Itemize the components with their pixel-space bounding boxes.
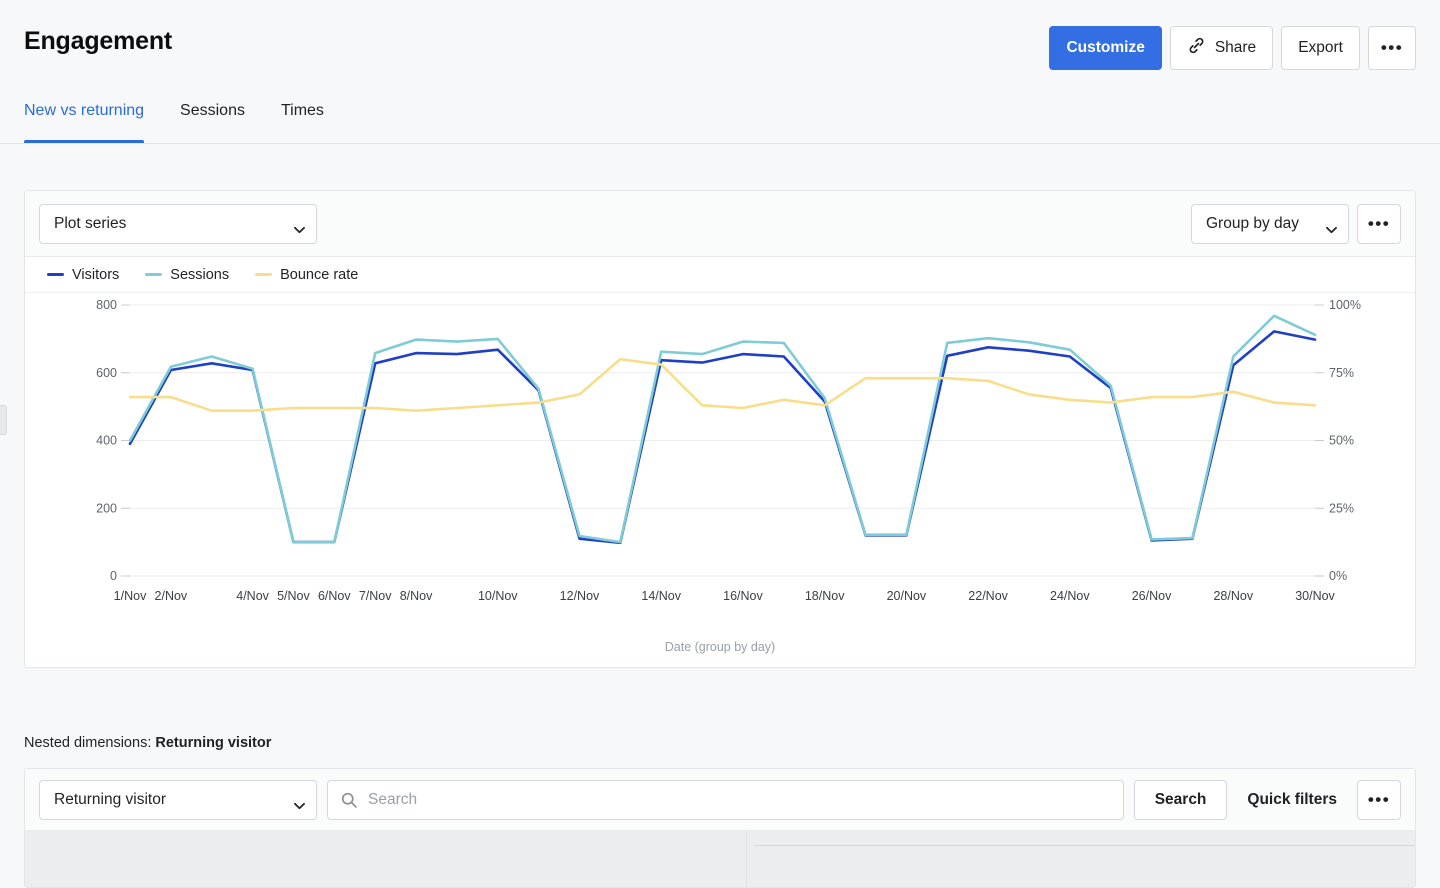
ellipsis-icon: •••: [1367, 213, 1391, 233]
svg-text:25%: 25%: [1329, 501, 1354, 515]
legend-item-bounce-rate[interactable]: Bounce rate: [255, 267, 358, 283]
chart-legend: Visitors Sessions Bounce rate: [25, 257, 1415, 293]
tab-new-vs-returning-label: New vs returning: [24, 102, 145, 119]
nested-dimensions-prefix: Nested dimensions:: [24, 735, 152, 751]
legend-item-visitors[interactable]: Visitors: [47, 267, 119, 283]
chevron-down-icon: [294, 221, 305, 233]
tabs-bar: New vs returning Sessions Times: [0, 96, 1440, 144]
search-field-wrapper: [327, 779, 1124, 820]
svg-text:26/Nov: 26/Nov: [1132, 589, 1172, 603]
legend-label-sessions: Sessions: [170, 266, 230, 283]
dimension-select-value: Returning visitor: [54, 790, 166, 808]
ellipsis-icon: •••: [1380, 38, 1404, 57]
svg-text:22/Nov: 22/Nov: [968, 589, 1008, 603]
export-button[interactable]: Export: [1281, 26, 1360, 70]
chart-toolbar: Plot series Group by day •••: [25, 191, 1415, 257]
more-options-button[interactable]: •••: [1368, 26, 1416, 70]
legend-label-visitors: Visitors: [72, 266, 120, 283]
svg-text:50%: 50%: [1329, 434, 1354, 448]
ellipsis-icon: •••: [1367, 789, 1391, 809]
search-button[interactable]: Search: [1133, 779, 1228, 820]
group-by-select-value: Group by day: [1206, 214, 1300, 232]
svg-text:400: 400: [96, 434, 117, 448]
svg-text:0: 0: [110, 569, 117, 583]
svg-text:2/Nov: 2/Nov: [155, 589, 188, 603]
plot-series-select-value: Plot series: [54, 214, 127, 232]
chevron-down-icon: [1326, 221, 1337, 233]
table-more-options-button[interactable]: •••: [1357, 779, 1401, 820]
chart-card: Plot series Group by day ••• Visitors Se: [24, 190, 1416, 668]
svg-text:600: 600: [96, 366, 117, 380]
svg-text:4/Nov: 4/Nov: [236, 589, 269, 603]
chevron-down-icon: [294, 797, 305, 809]
plot-series-select[interactable]: Plot series: [39, 203, 317, 244]
legend-label-bounce-rate: Bounce rate: [280, 266, 359, 283]
chart-plot-area: 0 200 400 600 800 0% 25% 50% 75% 100% 1/Nov 2/Nov 4/…: [25, 293, 1415, 667]
legend-swatch-visitors: [47, 273, 64, 276]
tab-sessions[interactable]: Sessions: [180, 96, 245, 143]
svg-text:0%: 0%: [1329, 569, 1347, 583]
svg-text:1/Nov: 1/Nov: [114, 589, 147, 603]
tab-times[interactable]: Times: [281, 96, 324, 143]
svg-text:100%: 100%: [1329, 298, 1361, 312]
customize-button-label: Customize: [1066, 39, 1145, 56]
quick-filters-button[interactable]: Quick filters: [1237, 780, 1347, 820]
table-card: Returning visitor Search Quick filters •…: [24, 768, 1416, 888]
tabs: New vs returning Sessions Times: [24, 96, 1416, 143]
page-title: Engagement: [24, 27, 173, 55]
customize-button[interactable]: Customize: [1049, 26, 1162, 70]
legend-item-sessions[interactable]: Sessions: [145, 267, 229, 283]
legend-swatch-bounce-rate: [255, 273, 273, 276]
svg-text:18/Nov: 18/Nov: [805, 589, 845, 603]
svg-text:16/Nov: 16/Nov: [723, 589, 763, 603]
export-button-label: Export: [1298, 39, 1343, 56]
svg-text:8/Nov: 8/Nov: [400, 589, 433, 603]
chart-toolbar-right: Group by day •••: [1191, 203, 1401, 244]
header-actions: Customize Share Export •••: [1049, 26, 1416, 70]
svg-text:24/Nov: 24/Nov: [1050, 589, 1090, 603]
quick-filters-button-label: Quick filters: [1247, 790, 1337, 808]
table-header-metrics-column[interactable]: [747, 831, 1415, 887]
svg-text:7/Nov: 7/Nov: [359, 589, 392, 603]
table-header-dimension-column[interactable]: [25, 831, 747, 887]
dimension-select[interactable]: Returning visitor: [39, 779, 317, 820]
chart-more-options-button[interactable]: •••: [1357, 203, 1401, 244]
page-header: Engagement Customize Share Export •••: [0, 0, 1440, 96]
svg-text:30/Nov: 30/Nov: [1295, 589, 1335, 603]
panel-drag-handle[interactable]: [0, 405, 7, 435]
nested-dimensions-value: Returning visitor: [155, 735, 272, 751]
search-input[interactable]: [327, 779, 1124, 820]
svg-text:800: 800: [96, 298, 117, 312]
x-axis-title: Date (group by day): [664, 640, 776, 654]
legend-swatch-sessions: [145, 273, 163, 276]
svg-text:20/Nov: 20/Nov: [887, 589, 927, 603]
svg-text:10/Nov: 10/Nov: [478, 589, 518, 603]
svg-text:75%: 75%: [1329, 366, 1354, 380]
svg-text:14/Nov: 14/Nov: [641, 589, 681, 603]
svg-text:5/Nov: 5/Nov: [277, 589, 310, 603]
line-chart[interactable]: 0 200 400 600 800 0% 25% 50% 75% 100% 1/Nov 2/Nov 4/…: [25, 293, 1415, 623]
tab-sessions-label: Sessions: [180, 102, 245, 119]
table-header-row: [25, 831, 1415, 887]
group-by-select[interactable]: Group by day: [1191, 203, 1349, 244]
svg-text:28/Nov: 28/Nov: [1213, 589, 1253, 603]
svg-text:200: 200: [96, 501, 117, 515]
svg-text:12/Nov: 12/Nov: [560, 589, 600, 603]
share-button[interactable]: Share: [1169, 26, 1274, 70]
share-button-label: Share: [1214, 39, 1257, 56]
tab-new-vs-returning[interactable]: New vs returning: [24, 96, 145, 143]
svg-text:6/Nov: 6/Nov: [318, 589, 351, 603]
table-toolbar: Returning visitor Search Quick filters •…: [25, 769, 1415, 831]
link-icon: [1187, 36, 1206, 60]
nested-dimensions: Nested dimensions: Returning visitor: [24, 735, 271, 751]
tab-times-label: Times: [280, 102, 324, 119]
search-button-label: Search: [1154, 790, 1207, 808]
